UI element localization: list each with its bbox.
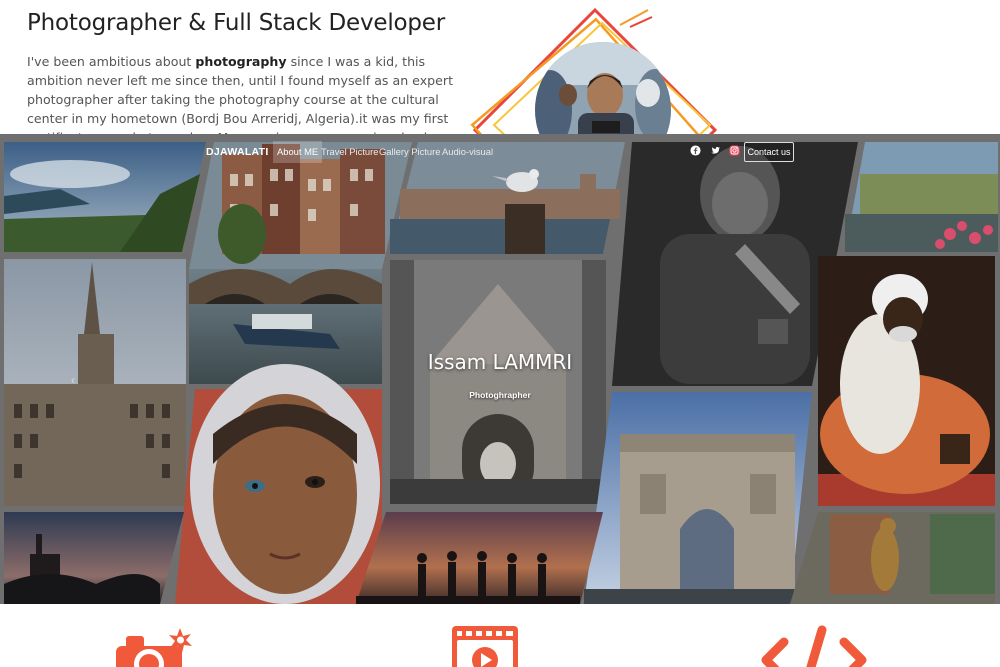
photo-elder-red xyxy=(818,256,995,506)
camera-icon xyxy=(116,628,192,667)
nav-travel-picture[interactable]: Travel Picture xyxy=(317,141,382,163)
chevron-left-icon[interactable]: ‹ xyxy=(66,372,80,388)
about-section: Photographer & Full Stack Developer I've… xyxy=(0,0,1000,140)
nav-about-me[interactable]: About ME xyxy=(273,141,323,163)
facebook-icon[interactable] xyxy=(690,145,701,156)
nav-audio-visual[interactable]: Audio-visual xyxy=(438,141,497,163)
about-text-start: I've been ambitious about xyxy=(27,54,196,69)
photo-arc-de-triomphe xyxy=(584,392,812,604)
hero-name: Issam LAMMRI xyxy=(427,350,573,374)
photo-street-statue xyxy=(790,512,995,604)
code-icon xyxy=(761,625,867,667)
navbar: DJAWALATI About ME Travel Picture Galler… xyxy=(0,134,1000,170)
about-title: Photographer & Full Stack Developer xyxy=(27,10,446,36)
about-text: I've been ambitious about photography si… xyxy=(27,52,462,140)
photo-brussels-townhall xyxy=(4,259,186,506)
photo-girl-portrait xyxy=(175,364,382,604)
nav-gallery-picture[interactable]: Gallery Picture xyxy=(375,141,444,163)
services-section xyxy=(0,604,1000,667)
photo-church-facade xyxy=(390,260,606,504)
photo-silhouettes-sunset xyxy=(356,512,603,604)
portrait-image xyxy=(470,7,718,140)
frame-line xyxy=(619,9,649,26)
hero-role: Photoghrapher xyxy=(469,390,531,400)
contact-us-button[interactable]: Contact us xyxy=(744,142,794,162)
about-text-bold: photography xyxy=(195,54,287,69)
photo-bridge-dusk xyxy=(4,512,184,604)
instagram-icon[interactable] xyxy=(729,145,740,156)
video-player-icon xyxy=(452,626,518,667)
brand-logo[interactable]: DJAWALATI xyxy=(206,146,269,158)
twitter-icon[interactable] xyxy=(710,145,721,156)
